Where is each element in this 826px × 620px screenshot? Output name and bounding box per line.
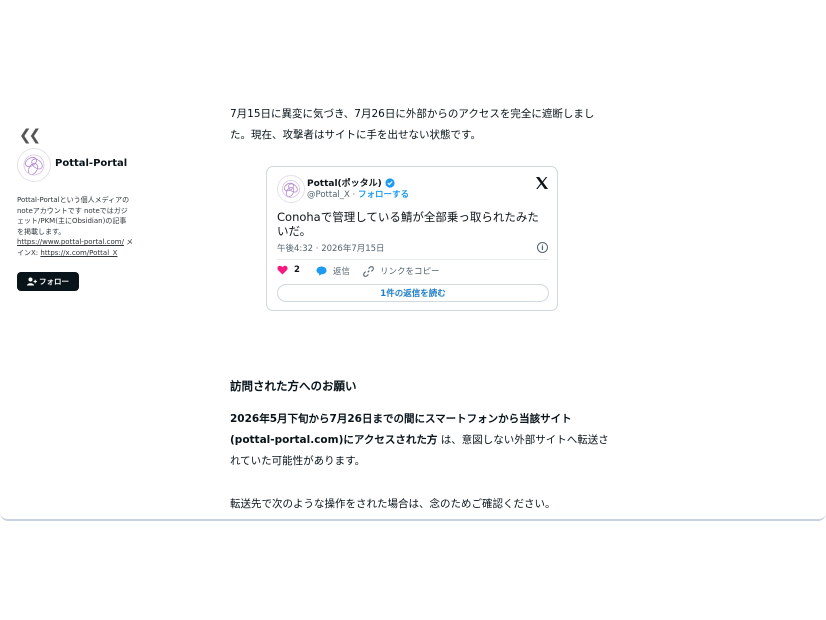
tweet-handle-row: @Pottal_X · フォローする <box>307 188 409 200</box>
author-name[interactable]: Pottal-Portal <box>55 158 127 169</box>
author-avatar[interactable] <box>17 148 51 182</box>
copy-link-label: リンクをコピー <box>380 267 440 277</box>
bio-line: インX: https://x.com/Pottal_X <box>17 248 129 259</box>
user-plus-icon <box>27 277 37 286</box>
separator: · <box>349 190 358 200</box>
tweet-text-line: Conohaで管理している鯖が全部乗っ取られたみた <box>277 210 539 224</box>
reply-button[interactable]: 返信 <box>316 265 350 277</box>
bio-line: を掲載します。 <box>17 227 66 236</box>
like-button[interactable]: 2 <box>277 265 300 275</box>
article-paragraph: 2026年5月下旬から7月26日までの間にスマートフォンから当該サイト <box>230 411 572 426</box>
tweet-timestamp[interactable]: 午後4:32 · 2026年7月15日 <box>277 242 385 254</box>
read-replies-button[interactable]: 1件の返信を読む <box>277 284 549 302</box>
reply-label: 返信 <box>333 267 351 277</box>
tweet-avatar[interactable] <box>277 175 305 203</box>
article-paragraph: れていた可能性があります。 <box>230 455 366 467</box>
article-page: ❮❮ Pottal-Portal Pottal-Portalという個人メディアの… <box>0 0 826 518</box>
bold-text: (pottal-portal.com)にアクセスされた方 <box>230 434 438 446</box>
article-paragraph: 転送先で次のような操作をされた場合は、念のためご確認ください。 <box>230 498 556 510</box>
x-logo-icon[interactable] <box>535 175 549 194</box>
embedded-tweet[interactable]: Pottal(ポッタル) @Pottal_X · フォローする Conohaで管… <box>266 166 558 311</box>
bio-line: Pottal-Portalという個人メディアの <box>17 196 130 204</box>
tweet-text-line: いだ。 <box>277 224 312 238</box>
avatar-logo-icon <box>23 154 45 176</box>
info-icon[interactable]: i <box>537 242 548 253</box>
follow-button[interactable]: フォロー <box>17 272 79 291</box>
author-bio: Pottal-Portalという個人メディアの noteアカウントです note… <box>17 195 133 259</box>
divider <box>277 259 549 260</box>
tweet-actions: 2 返信 リンクをコピー <box>277 265 549 277</box>
paragraph-text: は、意図しない外部サイトへ転送さ <box>437 434 609 446</box>
article-paragraph: 7月15日に異変に気づき、7月26日に外部からのアクセスを完全に遮断しまし <box>230 108 595 120</box>
tweet-follow-link[interactable]: フォローする <box>358 190 409 200</box>
verified-badge-icon <box>385 177 395 188</box>
avatar-logo-icon <box>282 180 300 198</box>
section-heading: 訪問された方へのお願い <box>230 379 357 393</box>
bio-line: https://www.pottal-portal.com/ メ <box>17 237 133 248</box>
like-count: 2 <box>294 265 300 275</box>
copy-link-button[interactable]: リンクをコピー <box>363 265 440 277</box>
article-paragraph: (pottal-portal.com)にアクセスされた方 は、意図しない外部サイ… <box>230 432 609 447</box>
heart-icon <box>277 265 288 275</box>
window-bottom-edge <box>0 512 826 521</box>
tweet-text: Conohaで管理している鯖が全部乗っ取られたみた いだ。 <box>277 210 549 238</box>
bold-text: 2026年5月下旬から7月26日までの間にスマートフォンから当該サイト <box>230 413 572 425</box>
bio-line: ェット/PKM(主にObsidian)の記事 <box>17 217 127 226</box>
reply-bubble-icon <box>316 266 327 276</box>
article-paragraph: た。現在、攻撃者はサイトに手を出せない状態です。 <box>230 129 481 141</box>
tweet-handle[interactable]: @Pottal_X <box>307 190 350 200</box>
website-link[interactable]: https://www.pottal-portal.com/ <box>17 238 124 246</box>
bio-text: メ <box>123 238 134 247</box>
bio-text: インX: <box>17 248 41 257</box>
collapse-sidebar-icon[interactable]: ❮❮ <box>19 126 41 144</box>
link-icon <box>363 265 374 277</box>
bio-line: noteアカウントです noteではガジ <box>17 206 128 215</box>
x-profile-link[interactable]: https://x.com/Pottal_X <box>40 249 117 257</box>
follow-label: フォロー <box>39 277 69 286</box>
